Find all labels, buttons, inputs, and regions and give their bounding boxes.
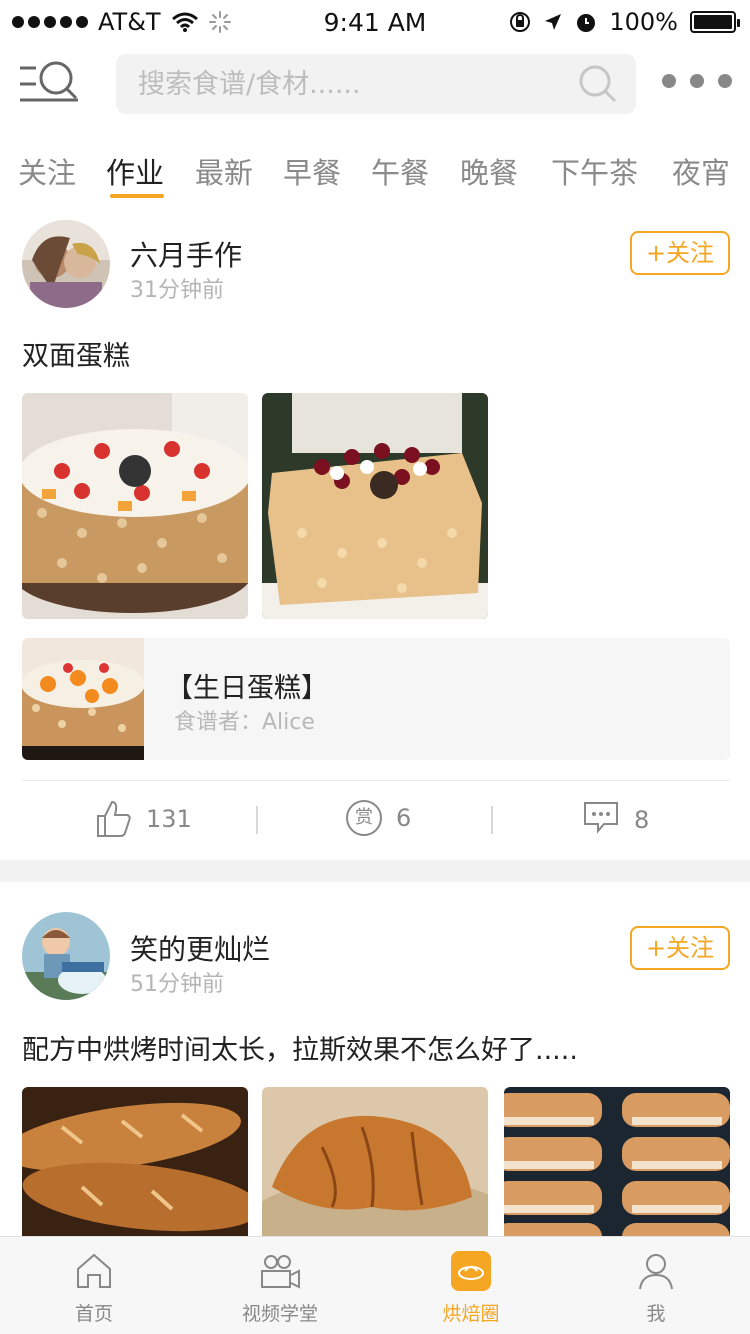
- linked-recipe-card[interactable]: 【生日蛋糕】 食谱者：Alice: [22, 638, 730, 760]
- tabbar-me[interactable]: 我: [576, 1237, 736, 1334]
- location-arrow-icon: [545, 14, 562, 30]
- follow-button[interactable]: +关注: [630, 231, 730, 275]
- tab-breakfast[interactable]: 早餐: [283, 150, 341, 192]
- top-header: [0, 52, 750, 116]
- reward-icon: 赏: [346, 800, 382, 836]
- tab-dinner[interactable]: 晚餐: [460, 150, 518, 192]
- tabbar-label: 视频学堂: [241, 1303, 318, 1325]
- post-photo[interactable]: [22, 393, 248, 619]
- app-screen: AT&T 9:41 AM 100% 搜索食谱/食材...... 关注 作业 最新…: [0, 0, 750, 1334]
- avatar[interactable]: [22, 220, 110, 308]
- post-photo[interactable]: [504, 1087, 730, 1247]
- tabbar-video-school[interactable]: 视频学堂: [200, 1237, 360, 1334]
- more-options-icon[interactable]: [662, 74, 732, 88]
- tab-lunch[interactable]: 午餐: [371, 150, 429, 192]
- alarm-icon: [577, 14, 596, 32]
- user-icon: [639, 1254, 673, 1290]
- thumbs-up-icon: [97, 800, 131, 837]
- active-tab-indicator: [110, 194, 164, 198]
- action-separator: [491, 806, 493, 834]
- tab-latest[interactable]: 最新: [195, 150, 253, 192]
- post-time: 51分钟前: [130, 972, 224, 997]
- tabbar-baking-circle[interactable]: 烘焙圈: [391, 1237, 551, 1334]
- recipe-author: 食谱者：Alice: [174, 710, 315, 735]
- follow-button[interactable]: +关注: [630, 926, 730, 970]
- post-time: 31分钟前: [130, 278, 224, 303]
- tab-afternoon-tea[interactable]: 下午茶: [551, 150, 638, 192]
- orientation-lock-icon: [510, 12, 531, 32]
- search-icon[interactable]: [578, 64, 618, 104]
- post-text: 双面蛋糕: [22, 341, 130, 372]
- video-icon: [261, 1255, 300, 1289]
- tabbar-home[interactable]: 首页: [14, 1237, 174, 1334]
- search-input[interactable]: [138, 54, 558, 114]
- tab-follow[interactable]: 关注: [18, 150, 76, 192]
- status-bar: AT&T 9:41 AM 100%: [0, 0, 750, 44]
- tab-late-night[interactable]: 夜宵: [672, 150, 730, 192]
- like-button[interactable]: 131: [96, 800, 192, 838]
- search-bar[interactable]: [116, 54, 636, 114]
- post-photo[interactable]: [22, 1087, 248, 1247]
- recipe-title: 【生日蛋糕】: [166, 673, 328, 704]
- avatar[interactable]: [22, 912, 110, 1000]
- post-photo[interactable]: [262, 1087, 488, 1247]
- tabbar-label: 我: [646, 1303, 666, 1325]
- action-separator: [256, 806, 258, 834]
- recipe-thumbnail[interactable]: [22, 638, 144, 760]
- category-tabs: 关注 作业 最新 早餐 午餐 晚餐 下午茶 夜宵: [0, 150, 750, 200]
- comment-icon: [584, 802, 618, 834]
- post-username[interactable]: 笑的更灿烂: [130, 928, 270, 968]
- bottom-tab-bar: 首页 视频学堂 烘焙圈 我: [0, 1236, 750, 1334]
- comment-count: 8: [634, 806, 650, 834]
- comment-button[interactable]: 8: [582, 800, 649, 834]
- tabbar-label: 烘焙圈: [442, 1303, 500, 1325]
- reward-count: 6: [396, 804, 412, 832]
- tab-homework[interactable]: 作业: [106, 150, 164, 192]
- section-gap: [0, 860, 750, 882]
- category-search-menu-icon[interactable]: [18, 58, 82, 110]
- post-text: 配方中烘烤时间太长，拉斯效果不怎么好了.....: [22, 1035, 578, 1066]
- post-photo[interactable]: [262, 393, 488, 619]
- divider: [22, 780, 730, 781]
- reward-button[interactable]: 赏 6: [346, 800, 411, 836]
- post-actions: 131 赏 6 8: [0, 800, 750, 844]
- like-count: 131: [146, 805, 192, 833]
- baking-circle-icon: [451, 1251, 491, 1291]
- post-username[interactable]: 六月手作: [130, 234, 242, 274]
- tabbar-label: 首页: [74, 1303, 113, 1325]
- battery-percent: 100%: [609, 8, 678, 36]
- home-icon: [77, 1253, 111, 1288]
- battery-icon: [690, 11, 740, 33]
